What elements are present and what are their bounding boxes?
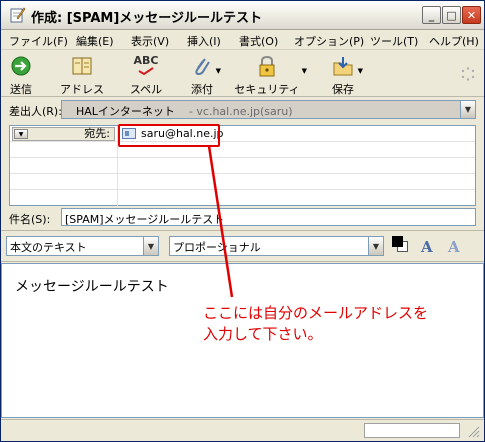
- address-book-label: アドレス: [60, 83, 104, 96]
- spell-icon-text: ABC: [133, 54, 159, 67]
- from-identity: HALインターネット: [76, 105, 175, 118]
- message-body-text: メッセージルールテスト: [15, 279, 169, 295]
- chevron-down-icon[interactable]: ▼: [14, 129, 28, 139]
- recipient-type-select[interactable]: ▼ 宛先:: [12, 127, 115, 141]
- text-color-button[interactable]: [392, 236, 408, 252]
- chevron-down-icon[interactable]: ▼: [460, 101, 475, 118]
- send-button[interactable]: 送信: [3, 53, 39, 96]
- format-bar: 本文のテキスト ▼ プロポーショナル ▼ A A: [1, 230, 484, 262]
- send-icon: [11, 56, 31, 76]
- minimize-button[interactable]: _: [422, 6, 441, 24]
- edit-icon: [10, 7, 26, 23]
- from-value: HALインターネット - vc.hal.ne.jp(saru): [76, 103, 293, 119]
- chevron-down-icon[interactable]: ▼: [143, 237, 158, 255]
- save-button[interactable]: ▼ 保存: [325, 53, 363, 96]
- resize-grip-icon[interactable]: [466, 424, 480, 438]
- annotation-line-2: 入力して下さい。: [203, 325, 323, 343]
- close-button[interactable]: ✕: [462, 6, 481, 24]
- lock-icon: [259, 55, 275, 77]
- security-dropdown-arrow[interactable]: ▼: [302, 67, 307, 75]
- text-color-swatch: [392, 236, 403, 247]
- recipient-type-cell: ▼ 宛先:: [10, 126, 118, 142]
- larger-font-button[interactable]: A: [421, 238, 433, 256]
- recipient-row-empty[interactable]: [10, 174, 475, 190]
- window-title: 作成: [SPAM]メッセージルールテスト: [31, 11, 263, 26]
- font-select[interactable]: プロポーショナル ▼: [169, 236, 384, 256]
- paperclip-icon: [195, 58, 210, 76]
- menu-help[interactable]: ヘルプ(H): [429, 33, 479, 49]
- recipient-row: ▼ 宛先: saru@hal.ne.jp: [10, 126, 475, 142]
- save-label: 保存: [332, 83, 354, 96]
- from-label: 差出人(R):: [9, 105, 62, 118]
- recipient-list[interactable]: ▼ 宛先: saru@hal.ne.jp: [9, 125, 476, 206]
- spell-button[interactable]: ABC スペル: [125, 53, 167, 97]
- title-bar[interactable]: 作成: [SPAM]メッセージルールテスト _ □ ✕: [1, 1, 484, 30]
- status-bar: [1, 419, 484, 441]
- save-icon: [333, 57, 353, 76]
- recipient-row-empty[interactable]: [10, 158, 475, 174]
- menu-file[interactable]: ファイル(F): [9, 33, 68, 49]
- address-book-icon: [72, 57, 92, 75]
- annotation-text: ここには自分のメールアドレスを 入力して下さい。: [203, 303, 485, 345]
- menu-format[interactable]: 書式(O): [239, 33, 278, 49]
- security-label: セキュリティ: [234, 83, 300, 96]
- subject-input[interactable]: [SPAM]メッセージルールテスト: [61, 208, 476, 226]
- menu-bar: ファイル(F) 編集(E) 表示(V) 挿入(I) 書式(O) オプション(P)…: [1, 30, 484, 50]
- body-format-value: 本文のテキスト: [10, 241, 87, 254]
- security-button[interactable]: ▼ セキュリティ: [229, 53, 307, 96]
- from-select[interactable]: HALインターネット - vc.hal.ne.jp(saru) ▼: [61, 100, 476, 119]
- recipient-row-empty[interactable]: [10, 190, 475, 206]
- from-account: - vc.hal.ne.jp(saru): [188, 105, 293, 118]
- menu-tools[interactable]: ツール(T): [370, 33, 418, 49]
- recipient-row-empty[interactable]: [10, 142, 475, 158]
- recipient-type-cell: [10, 158, 118, 174]
- smaller-font-button[interactable]: A: [448, 238, 460, 256]
- subject-label: 件名(S):: [9, 213, 51, 226]
- spell-label: スペル: [129, 83, 163, 96]
- maximize-button[interactable]: □: [442, 6, 461, 24]
- annotation-highlight: [118, 124, 220, 147]
- compose-window: 作成: [SPAM]メッセージルールテスト _ □ ✕ ファイル(F) 編集(E…: [0, 0, 485, 442]
- status-panel: [364, 423, 460, 438]
- menu-options[interactable]: オプション(P): [294, 33, 364, 49]
- recipient-type-cell: [10, 190, 118, 206]
- attach-label: 添付: [191, 83, 213, 96]
- chevron-down-icon[interactable]: ▼: [368, 237, 383, 255]
- address-book-button[interactable]: アドレス: [59, 53, 105, 96]
- toolbar: 送信 アドレス ABC スペル ▼ 添付 ▼ セキュリティ ▼ 保存: [1, 51, 484, 97]
- send-label: 送信: [10, 83, 32, 96]
- recipient-type-cell: [10, 174, 118, 190]
- from-row: 差出人(R): HALインターネット - vc.hal.ne.jp(saru) ▼: [1, 98, 484, 122]
- throbber-icon: [461, 67, 475, 81]
- menu-view[interactable]: 表示(V): [131, 33, 169, 49]
- body-format-select[interactable]: 本文のテキスト ▼: [6, 236, 159, 256]
- menu-insert[interactable]: 挿入(I): [187, 33, 221, 49]
- recipient-type-cell: [10, 142, 118, 158]
- attach-dropdown-arrow[interactable]: ▼: [216, 67, 221, 75]
- spell-check-icon: ABC: [130, 55, 162, 77]
- save-dropdown-arrow[interactable]: ▼: [358, 67, 363, 75]
- annotation-line-1: ここには自分のメールアドレスを: [203, 304, 429, 322]
- attach-button[interactable]: ▼ 添付: [185, 53, 221, 96]
- recipient-type-label: 宛先:: [84, 127, 110, 140]
- font-value: プロポーショナル: [173, 241, 261, 254]
- menu-edit[interactable]: 編集(E): [76, 33, 114, 49]
- subject-row: 件名(S): [SPAM]メッセージルールテスト: [1, 208, 484, 228]
